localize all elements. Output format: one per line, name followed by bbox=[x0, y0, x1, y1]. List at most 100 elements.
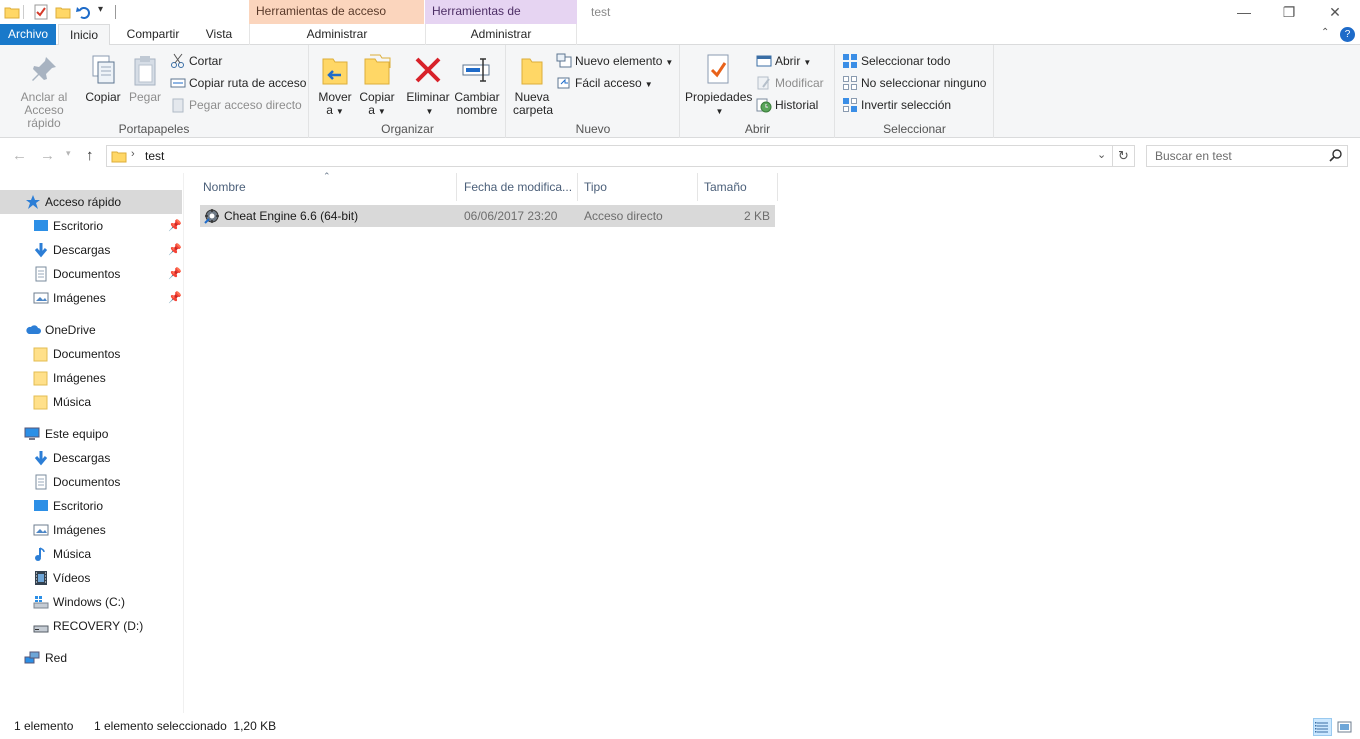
file-row[interactable]: Cheat Engine 6.6 (64-bit) 06/06/2017 23:… bbox=[200, 205, 775, 227]
sidebar-item-downloads[interactable]: Descargas 📌 bbox=[0, 238, 182, 262]
sidebar-item-pc-desktop[interactable]: Escritorio bbox=[0, 494, 182, 518]
minimize-button[interactable]: — bbox=[1221, 0, 1267, 24]
sidebar-item-onedrive-music[interactable]: Música bbox=[0, 390, 182, 414]
copy-path-label: Copiar ruta de acceso bbox=[189, 76, 307, 90]
search-icon[interactable] bbox=[1329, 148, 1343, 165]
pin-icon[interactable]: 📌 bbox=[168, 238, 182, 262]
desktop-icon bbox=[33, 218, 49, 234]
easy-access-button[interactable]: Fácil acceso ▼ bbox=[556, 73, 653, 93]
copy-label: Copiar bbox=[85, 90, 121, 104]
new-folder-icon[interactable] bbox=[55, 4, 71, 20]
sidebar-item-label: Escritorio bbox=[53, 219, 104, 233]
sidebar-item-quick-access[interactable]: Acceso rápido bbox=[0, 190, 182, 214]
undo-icon[interactable] bbox=[76, 4, 92, 20]
forward-arrow-icon[interactable]: → bbox=[40, 147, 55, 164]
sidebar-item-documents[interactable]: Documentos 📌 bbox=[0, 262, 182, 286]
context-tab-shortcut-tools[interactable]: Herramientas de acceso directo bbox=[249, 0, 424, 40]
copy-button[interactable]: Copiar bbox=[84, 49, 122, 104]
pictures-icon bbox=[33, 290, 49, 306]
sidebar-item-pictures[interactable]: Imágenes 📌 bbox=[0, 286, 182, 310]
pin-icon[interactable]: 📌 bbox=[168, 214, 182, 238]
rename-button[interactable]: Cambiar nombre bbox=[454, 49, 500, 117]
paste-button[interactable]: Pegar bbox=[126, 49, 164, 104]
sidebar-item-onedrive-documents[interactable]: Documentos bbox=[0, 342, 182, 366]
computer-icon bbox=[24, 426, 40, 442]
sidebar-item-pc-downloads[interactable]: Descargas bbox=[0, 446, 182, 470]
properties-button[interactable]: Propiedades ▼ bbox=[685, 49, 753, 118]
sidebar-item-pc-documents[interactable]: Documentos bbox=[0, 470, 182, 494]
pin-icon[interactable]: 📌 bbox=[168, 262, 182, 286]
select-none-button[interactable]: No seleccionar ninguno bbox=[842, 73, 986, 93]
up-arrow-icon[interactable]: ↑ bbox=[86, 147, 94, 164]
cut-button[interactable]: Cortar bbox=[170, 51, 222, 71]
copy-to-button[interactable]: Copiar a ▼ bbox=[358, 49, 396, 118]
column-header-name[interactable]: Nombre bbox=[197, 173, 457, 201]
tab-view[interactable]: Vista bbox=[196, 24, 242, 45]
history-button[interactable]: Historial bbox=[756, 95, 818, 115]
paste-shortcut-button[interactable]: Pegar acceso directo bbox=[170, 95, 302, 115]
sidebar-item-desktop[interactable]: Escritorio 📌 bbox=[0, 214, 182, 238]
invert-selection-button[interactable]: Invertir selección bbox=[842, 95, 951, 115]
chevron-down-icon: ▼ bbox=[425, 107, 434, 116]
sidebar-item-label: Imágenes bbox=[53, 523, 106, 537]
column-header-type[interactable]: Tipo bbox=[578, 173, 698, 201]
sidebar-item-pc-videos[interactable]: Vídeos bbox=[0, 566, 182, 590]
maximize-button[interactable]: ❐ bbox=[1266, 0, 1312, 24]
back-arrow-icon[interactable]: ← bbox=[12, 147, 27, 164]
select-none-label: No seleccionar ninguno bbox=[861, 76, 987, 90]
desktop-icon bbox=[33, 498, 49, 514]
group-select: Seleccionar todo No seleccionar ninguno … bbox=[836, 45, 994, 138]
refresh-button[interactable]: ↻ bbox=[1113, 145, 1135, 167]
sidebar-item-onedrive[interactable]: OneDrive bbox=[0, 318, 182, 342]
sidebar-item-this-pc[interactable]: Este equipo bbox=[0, 422, 182, 446]
large-icons-view-button[interactable] bbox=[1335, 718, 1354, 736]
edit-button[interactable]: Modificar bbox=[756, 73, 824, 93]
delete-button[interactable]: Eliminar ▼ bbox=[406, 49, 450, 118]
network-icon bbox=[24, 650, 40, 666]
pin-quick-access-button[interactable]: Anclar al Acceso rápido bbox=[6, 49, 82, 130]
copy-icon bbox=[87, 53, 119, 87]
sidebar-item-network[interactable]: Red bbox=[0, 646, 182, 670]
customize-qat-icon[interactable]: ▾ bbox=[98, 4, 114, 20]
rename-icon bbox=[461, 53, 493, 87]
details-view-button[interactable] bbox=[1313, 718, 1332, 736]
sidebar-item-drive-d[interactable]: RECOVERY (D:) bbox=[0, 614, 182, 638]
close-button[interactable]: ✕ bbox=[1312, 0, 1358, 24]
tab-share[interactable]: Compartir bbox=[118, 24, 188, 45]
easy-access-icon bbox=[556, 75, 572, 91]
column-header-size[interactable]: Tamaño bbox=[698, 173, 778, 201]
copy-path-icon bbox=[170, 75, 186, 91]
move-to-button[interactable]: Mover a ▼ bbox=[316, 49, 354, 118]
copy-path-button[interactable]: Copiar ruta de acceso bbox=[170, 73, 306, 93]
sidebar-item-drive-c[interactable]: Windows (C:) bbox=[0, 590, 182, 614]
sidebar-item-label: Música bbox=[53, 395, 92, 409]
folder-icon[interactable] bbox=[4, 4, 20, 20]
breadcrumb-separator-icon[interactable]: › bbox=[131, 148, 135, 160]
breadcrumb-item[interactable]: test bbox=[145, 149, 164, 163]
select-all-button[interactable]: Seleccionar todo bbox=[842, 51, 950, 71]
status-bar: 1 elemento 1 elemento seleccionado 1,20 … bbox=[0, 714, 1360, 739]
search-input[interactable] bbox=[1147, 146, 1317, 166]
sidebar-item-pc-music[interactable]: Música bbox=[0, 542, 182, 566]
address-dropdown-icon[interactable]: ⌄ bbox=[1097, 148, 1106, 161]
open-button[interactable]: Abrir ▼ bbox=[756, 51, 811, 71]
collapse-ribbon-icon[interactable]: ⌃ bbox=[1321, 27, 1329, 38]
recent-locations-icon[interactable]: ▾ bbox=[66, 148, 71, 159]
tab-manage-shortcut[interactable]: Administrar bbox=[249, 24, 424, 45]
folder-icon bbox=[33, 346, 49, 362]
search-box[interactable] bbox=[1146, 145, 1348, 167]
address-bar[interactable]: › test ⌄ bbox=[106, 145, 1113, 167]
properties-icon[interactable] bbox=[33, 4, 49, 20]
context-tab-app-tools[interactable]: Herramientas de aplicación bbox=[425, 0, 577, 40]
help-button[interactable]: ? bbox=[1340, 27, 1355, 42]
new-item-button[interactable]: Nuevo elemento ▼ bbox=[556, 51, 673, 71]
sidebar-item-onedrive-pictures[interactable]: Imágenes bbox=[0, 366, 182, 390]
tab-file[interactable]: Archivo bbox=[0, 24, 56, 45]
column-header-date[interactable]: Fecha de modifica... bbox=[458, 173, 578, 201]
sidebar-item-pc-pictures[interactable]: Imágenes bbox=[0, 518, 182, 542]
properties-label: Propiedades bbox=[685, 90, 753, 104]
pin-icon[interactable]: 📌 bbox=[168, 286, 182, 310]
tab-manage-app[interactable]: Administrar bbox=[425, 24, 577, 45]
tab-home[interactable]: Inicio bbox=[58, 24, 110, 46]
new-folder-button[interactable]: Nueva carpeta bbox=[513, 49, 553, 117]
